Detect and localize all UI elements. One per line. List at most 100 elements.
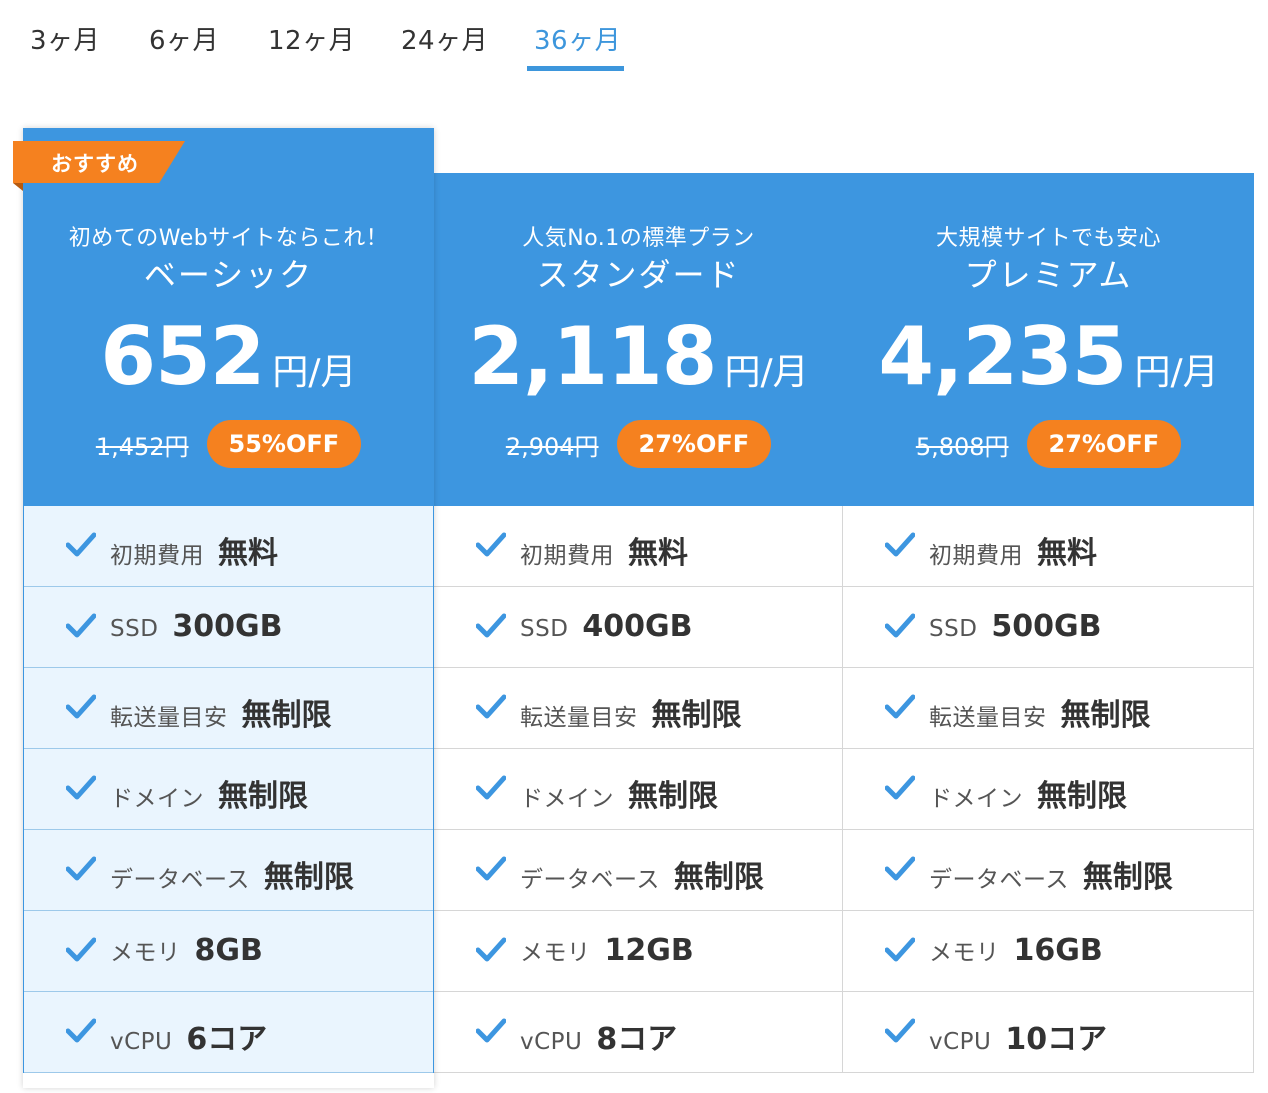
feature-text: データベース 無制限 [110, 852, 354, 896]
feature-label: ドメイン [520, 786, 614, 812]
feature-text: メモリ 8GB [110, 933, 263, 968]
feature-text: 転送量目安 無制限 [929, 690, 1151, 734]
discount-row: 2,904円 27%OFF [434, 420, 843, 468]
feature-row: メモリ 16GB [843, 911, 1253, 992]
contract-period-tabs: 3ヶ月 6ヶ月 12ヶ月 24ヶ月 36ヶ月 [0, 0, 700, 72]
feature-label: vCPU [520, 1029, 583, 1055]
plan-name: ベーシック [143, 256, 314, 294]
feature-value: 10コア [1005, 1022, 1108, 1057]
feature-row: SSD 400GB [434, 587, 842, 668]
check-icon [66, 856, 96, 881]
feature-label: 転送量目安 [110, 705, 228, 731]
feature-row: データベース 無制限 [24, 830, 433, 911]
feature-row: ドメイン 無制限 [24, 749, 433, 830]
feature-label: メモリ [520, 940, 591, 966]
feature-value: 6コア [186, 1022, 268, 1057]
check-icon [66, 1018, 96, 1043]
discount-badge: 27%OFF [1026, 420, 1182, 468]
feature-label: ドメイン [110, 786, 204, 812]
feature-value: 無制限 [241, 698, 332, 733]
feature-value: 12GB [604, 933, 694, 968]
feature-row: 初期費用 無料 [843, 506, 1253, 587]
check-icon [66, 532, 96, 557]
feature-label: 初期費用 [110, 543, 204, 569]
feature-row: データベース 無制限 [434, 830, 842, 911]
price-unit: 円/月 [1134, 352, 1219, 393]
feature-value: 無制限 [1037, 779, 1127, 814]
feature-label: vCPU [110, 1029, 173, 1055]
feature-value: 無料 [218, 536, 278, 571]
feature-row: vCPU 10コア [843, 992, 1253, 1073]
feature-row: 転送量目安 無制限 [24, 668, 433, 749]
feature-label: メモリ [110, 940, 181, 966]
feature-label: データベース [110, 867, 250, 893]
feature-row: vCPU 8コア [434, 992, 842, 1073]
feature-text: SSD 500GB [929, 609, 1102, 644]
feature-value: 無制限 [651, 698, 742, 733]
feature-text: 転送量目安 無制限 [520, 690, 742, 734]
check-icon [66, 613, 96, 638]
feature-row: vCPU 6コア [24, 992, 433, 1073]
check-icon [476, 613, 506, 638]
tab-24-months[interactable]: 24ヶ月 [401, 20, 488, 57]
price-row: 652 円/月 [23, 310, 434, 403]
plan-tagline: 初めてのWebサイトならこれ！ [68, 226, 389, 251]
feature-label: SSD [110, 616, 159, 642]
check-icon [885, 613, 915, 638]
check-icon [476, 532, 506, 557]
price-unit: 円/月 [724, 352, 809, 393]
feature-row: データベース 無制限 [843, 830, 1253, 911]
check-icon [885, 532, 915, 557]
ribbon-label: おすすめ [51, 152, 139, 176]
feature-value: 無制限 [263, 860, 354, 895]
feature-value: 8GB [194, 933, 263, 968]
feature-label: データベース [929, 867, 1069, 893]
feature-list: 初期費用 無料 SSD 500GB 転送量目安 無制限 ドメイン 無制限 データベース 無制限 メモ… [843, 506, 1254, 1073]
feature-text: vCPU 10コア [929, 1014, 1107, 1058]
discount-badge: 27%OFF [616, 420, 772, 468]
check-icon [476, 856, 506, 881]
check-icon [476, 694, 506, 719]
check-icon [66, 694, 96, 719]
discount-badge: 55%OFF [206, 420, 362, 468]
feature-row: 転送量目安 無制限 [843, 668, 1253, 749]
feature-text: データベース 無制限 [929, 852, 1173, 896]
original-price: 2,904円 [505, 432, 599, 461]
price-amount: 2,118 [468, 310, 717, 403]
price-row: 2,118 円/月 [434, 310, 843, 403]
feature-value: 16GB [1013, 933, 1103, 968]
feature-text: ドメイン 無制限 [929, 771, 1127, 815]
feature-list: 初期費用 無料 SSD 400GB 転送量目安 無制限 ドメイン 無制限 データベース 無制限 メモ… [434, 506, 843, 1073]
tab-6-months[interactable]: 6ヶ月 [149, 20, 219, 57]
feature-text: ドメイン 無制限 [520, 771, 718, 815]
original-price: 1,452円 [95, 432, 189, 461]
plan-card-basic[interactable]: 初めてのWebサイトならこれ！ ベーシック 652 円/月 1,452円 55%OF… [23, 128, 434, 1088]
plan-name: プレミアム [964, 256, 1133, 294]
check-icon [885, 856, 915, 881]
check-icon [476, 1018, 506, 1043]
feature-row: メモリ 12GB [434, 911, 842, 992]
plan-header: 人気No.1の標準プラン スタンダード 2,118 円/月 2,904円 27%OF… [434, 173, 843, 506]
feature-label: 初期費用 [929, 543, 1023, 569]
feature-text: 初期費用 無料 [110, 528, 278, 572]
ribbon-fold [13, 183, 23, 191]
tab-36-months[interactable]: 36ヶ月 [534, 20, 621, 57]
tab-3-months[interactable]: 3ヶ月 [30, 20, 100, 57]
check-icon [476, 775, 506, 800]
price-unit: 円/月 [272, 352, 357, 393]
discount-row: 1,452円 55%OFF [23, 420, 434, 468]
feature-label: 転送量目安 [520, 705, 638, 731]
feature-value: 500GB [991, 609, 1102, 644]
plan-card-premium[interactable]: 大規模サイトでも安心 プレミアム 4,235 円/月 5,808円 27%OFF 初… [843, 173, 1254, 1093]
recommended-ribbon: おすすめ [13, 141, 185, 191]
check-icon [66, 937, 96, 962]
feature-text: ドメイン 無制限 [110, 771, 308, 815]
feature-value: 無制限 [218, 779, 308, 814]
tab-12-months[interactable]: 12ヶ月 [268, 20, 355, 57]
feature-value: 無料 [628, 536, 688, 571]
plan-tagline: 大規模サイトでも安心 [935, 226, 1161, 251]
plan-card-standard[interactable]: 人気No.1の標準プラン スタンダード 2,118 円/月 2,904円 27%OF… [434, 173, 843, 1093]
feature-value: 無料 [1037, 536, 1097, 571]
discount-row: 5,808円 27%OFF [843, 420, 1254, 468]
plan-tagline: 人気No.1の標準プラン [522, 226, 755, 251]
